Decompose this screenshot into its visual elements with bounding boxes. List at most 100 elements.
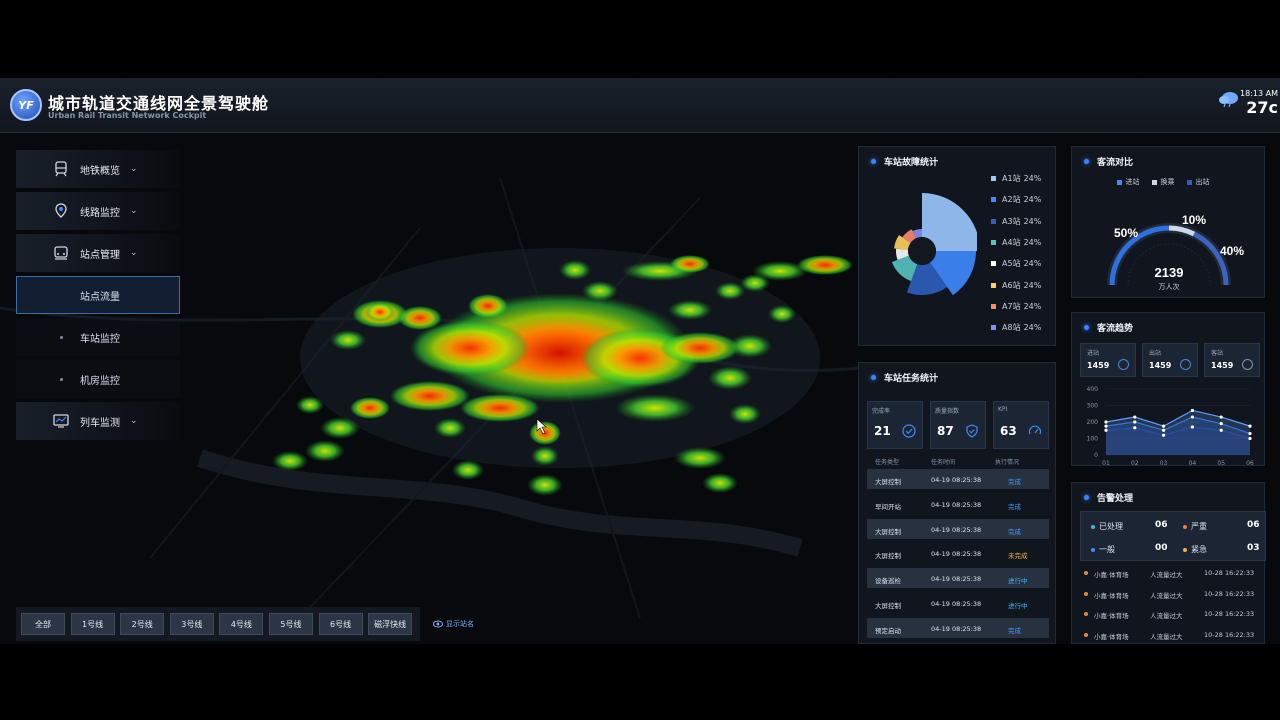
series-point[interactable] bbox=[1219, 415, 1223, 419]
series-point[interactable] bbox=[1219, 428, 1223, 432]
legend-value: 24% bbox=[1023, 259, 1042, 269]
alarm-row[interactable]: 小嘉·体育场 人流量过大 10-28 16:22:33 bbox=[1084, 590, 1260, 600]
sidebar-subitem-station-monitor[interactable]: 车站监控 bbox=[16, 318, 180, 356]
series-point[interactable] bbox=[1162, 433, 1166, 437]
table-row[interactable]: 大屏控制 04-19 08:25:38 进行中 bbox=[867, 593, 1049, 613]
legend-label: A8站 bbox=[1002, 323, 1021, 333]
fault-legend-item: A3站 24% bbox=[991, 216, 1041, 227]
table-row[interactable]: 大屏控制 04-19 08:25:38 完成 bbox=[867, 518, 1049, 539]
line-button-6[interactable]: 6号线 bbox=[318, 613, 363, 635]
legend-swatch bbox=[991, 176, 996, 181]
chevron-down-icon: ⌄ bbox=[130, 206, 138, 216]
gauge-pct-top: 10% bbox=[1182, 213, 1206, 227]
series-point[interactable] bbox=[1219, 422, 1223, 426]
bullet-dot bbox=[60, 335, 63, 339]
sidebar-subitem-station-flow[interactable]: 站点流量 bbox=[16, 276, 180, 314]
line-button-all[interactable]: 全部 bbox=[21, 613, 65, 635]
stat-value: 1459 bbox=[1149, 361, 1172, 370]
table-row[interactable]: 早间开站 04-19 08:25:38 完成 bbox=[867, 494, 1049, 514]
legend-swatch bbox=[991, 261, 996, 267]
table-row[interactable]: 预定启动 04-19 08:25:38 完成 bbox=[867, 617, 1049, 638]
legend-item: 出站 bbox=[1186, 177, 1210, 187]
series-point[interactable] bbox=[1190, 425, 1194, 429]
alarm-normal[interactable]: 一般 bbox=[1091, 544, 1115, 555]
gauge-icon bbox=[1028, 425, 1042, 435]
y-tick-label: 400 bbox=[1087, 386, 1099, 393]
series-point[interactable] bbox=[1162, 428, 1166, 432]
alarm-station: 小嘉·体育场 bbox=[1094, 612, 1129, 620]
stat-label: 出站 bbox=[1149, 350, 1162, 357]
show-station-names-toggle[interactable]: 显示站名 bbox=[433, 619, 474, 629]
line-button-3[interactable]: 3号线 bbox=[169, 613, 214, 635]
series-point[interactable] bbox=[1248, 424, 1252, 428]
table-row[interactable]: 大屏控制 04-19 08:25:38 未完成 bbox=[867, 543, 1049, 563]
stat-label: 进站 bbox=[1087, 350, 1100, 357]
passenger-compare-panel: 客流对比 进站 换乘 出站 50% 10% 40% 2139 万人次 bbox=[1071, 146, 1265, 298]
task-type: 大屏控制 bbox=[875, 552, 901, 561]
series-point[interactable] bbox=[1248, 431, 1252, 436]
task-status: 进行中 bbox=[1008, 602, 1028, 610]
alarm-row[interactable]: 小嘉·体育场 人流量过大 10-28 16:22:33 bbox=[1084, 569, 1260, 579]
series-point[interactable] bbox=[1248, 436, 1252, 441]
sidebar-subitem-room-monitor[interactable]: 机房监控 bbox=[16, 360, 180, 398]
legend-value: 24% bbox=[1023, 237, 1042, 247]
sidebar-item-train-monitor[interactable]: 列车监测 ⌄ bbox=[16, 402, 180, 440]
legend-swatch bbox=[991, 239, 996, 245]
fault-legend-item: A4站 24% bbox=[991, 237, 1041, 248]
kpi-value: 63 bbox=[1000, 424, 1017, 438]
alarm-count: 06 bbox=[1247, 520, 1260, 530]
line-button-1[interactable]: 1号线 bbox=[70, 613, 115, 635]
fault-stats-panel: 车站故障统计 A1站 24% A2站 24% A3站 24% A4站 24% A5站 24% A6站… bbox=[858, 146, 1056, 346]
legend-label: A4站 bbox=[1002, 237, 1021, 247]
table-row[interactable]: 设备巡检 04-19 08:25:38 进行中 bbox=[867, 568, 1049, 589]
alarm-row[interactable]: 小嘉·体育场 人流量过大 10-28 16:22:33 bbox=[1084, 610, 1260, 620]
kpi-label: KPI bbox=[998, 406, 1008, 413]
alarm-dot bbox=[1084, 571, 1088, 575]
task-status: 未完成 bbox=[1008, 552, 1028, 561]
series-point[interactable] bbox=[1190, 408, 1194, 413]
sidebar-item-metro-overview[interactable]: 地铁概览 ⌄ bbox=[16, 150, 180, 188]
line-button-maglev[interactable]: 磁浮快线 bbox=[368, 613, 413, 635]
series-point[interactable] bbox=[1133, 420, 1137, 424]
alarm-panel: 告警处理 已处理 06 严重 06 一般 00 紧急 03 小嘉·体育场 人流量过… bbox=[1071, 482, 1266, 644]
trend-stat-out: 出站 1459 bbox=[1142, 343, 1198, 377]
alarm-dot bbox=[1084, 612, 1088, 616]
series-point[interactable] bbox=[1104, 424, 1108, 428]
task-type: 大屏控制 bbox=[875, 527, 901, 536]
kpi-value: 21 bbox=[874, 424, 891, 438]
series-point[interactable] bbox=[1162, 424, 1166, 428]
x-tick-label: 01 bbox=[1102, 460, 1110, 467]
alarm-count: 00 bbox=[1155, 543, 1168, 553]
x-tick-label: 02 bbox=[1131, 460, 1139, 467]
line-button-4[interactable]: 4号线 bbox=[219, 613, 264, 635]
series-point[interactable] bbox=[1104, 420, 1108, 424]
series-point[interactable] bbox=[1133, 415, 1137, 419]
series-point[interactable] bbox=[1190, 415, 1194, 419]
page-subtitle: Urban Rail Transit Network Cockpit bbox=[48, 111, 207, 120]
series-point[interactable] bbox=[1104, 428, 1108, 432]
alarm-row[interactable]: 小嘉·体育场 人流量过大 10-28 16:22:33 bbox=[1084, 631, 1260, 641]
clock-time: 18:13 AM bbox=[1240, 89, 1278, 98]
chevron-down-icon: ⌄ bbox=[130, 164, 138, 174]
alarm-time: 10-28 16:22:33 bbox=[1204, 589, 1255, 598]
sidebar-item-label: 地铁概览 bbox=[80, 165, 120, 177]
line-button-2[interactable]: 2号线 bbox=[120, 613, 165, 635]
series-point[interactable] bbox=[1133, 426, 1137, 430]
legend-swatch bbox=[991, 303, 996, 309]
alarm-severe[interactable]: 严重 bbox=[1183, 521, 1207, 532]
chevron-down-icon: ⌄ bbox=[130, 248, 138, 258]
legend-item: 换乘 bbox=[1151, 177, 1175, 187]
stat-value: 1459 bbox=[1087, 361, 1110, 370]
task-status: 完成 bbox=[1008, 626, 1021, 635]
line-button-5[interactable]: 5号线 bbox=[268, 613, 313, 635]
x-tick-label: 03 bbox=[1160, 460, 1168, 467]
shield-check-icon bbox=[966, 424, 978, 438]
alarm-station: 小嘉·体育场 bbox=[1094, 591, 1129, 600]
sidebar-item-station-manage[interactable]: 站点管理 ⌄ bbox=[16, 234, 180, 272]
table-row[interactable]: 大屏控制 04-19 08:25:38 完成 bbox=[867, 469, 1049, 489]
alarm-processed[interactable]: 已处理 bbox=[1091, 521, 1123, 532]
sidebar-item-label: 列车监测 bbox=[80, 417, 120, 429]
sidebar-item-label: 线路监控 bbox=[80, 207, 120, 219]
sidebar-item-line-monitor[interactable]: 线路监控 ⌄ bbox=[16, 192, 180, 230]
alarm-urgent[interactable]: 紧急 bbox=[1183, 544, 1207, 555]
